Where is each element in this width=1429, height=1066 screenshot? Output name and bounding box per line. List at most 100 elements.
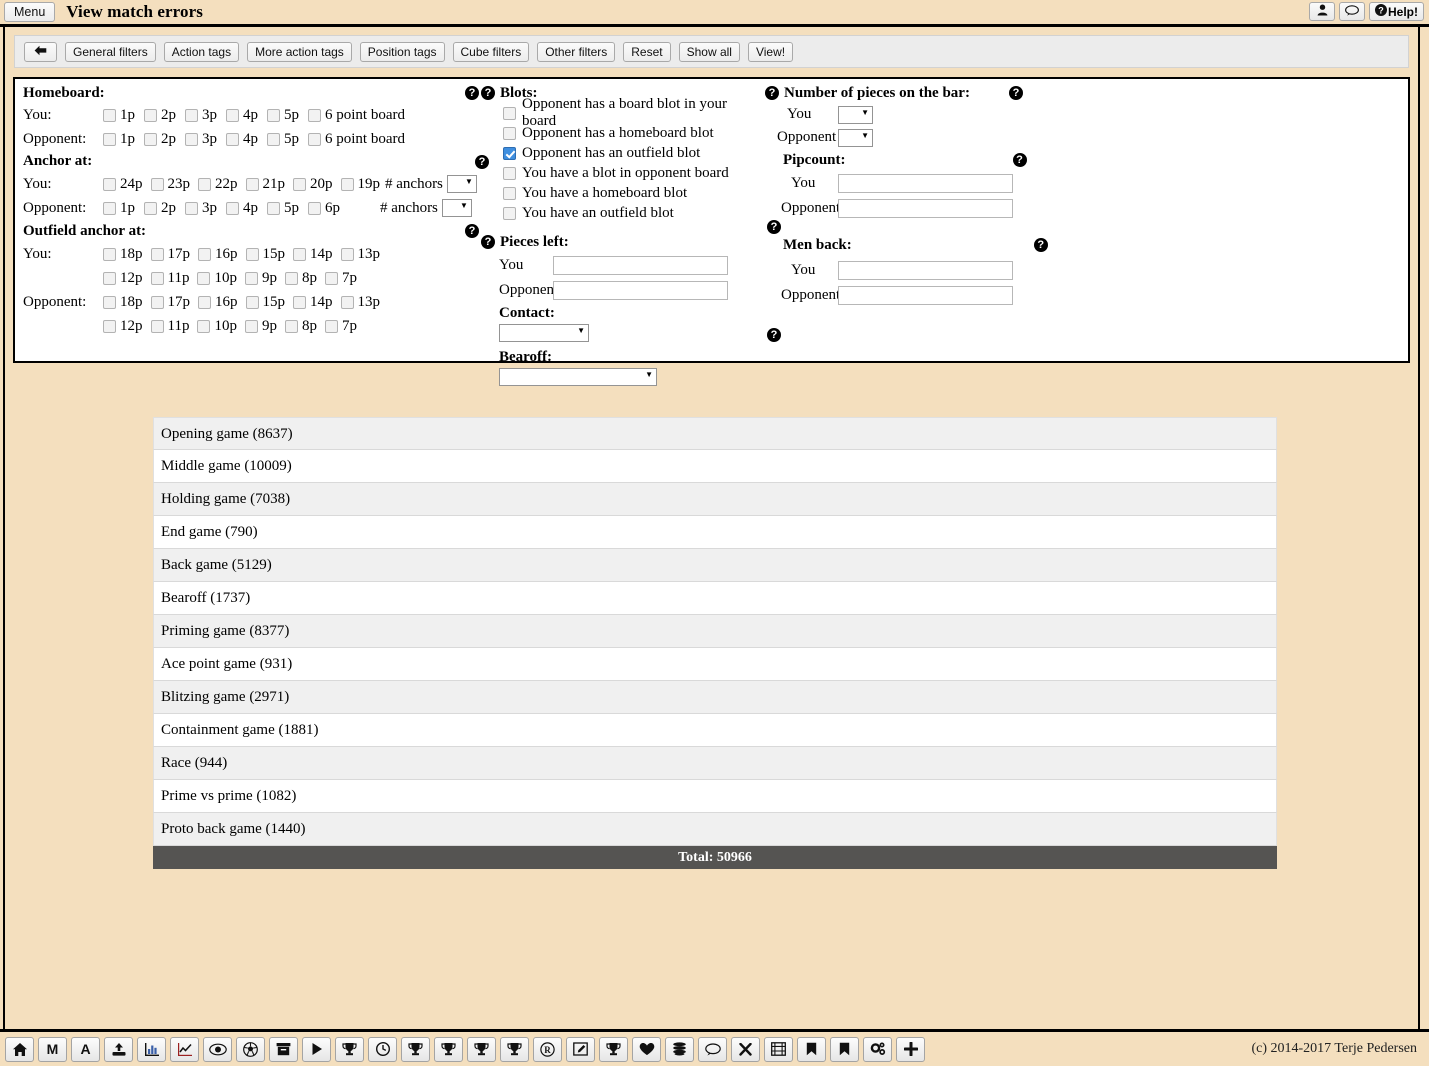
bookmark-button[interactable] — [797, 1036, 826, 1062]
anchor-opponent-1p-checkbox[interactable] — [103, 201, 116, 215]
outfield-you-16p-checkbox[interactable] — [198, 247, 211, 261]
blots-opponent-homeboard-blot-checkbox[interactable] — [503, 126, 516, 140]
film-button[interactable] — [764, 1036, 793, 1062]
list-item[interactable]: Proto back game (1440) — [153, 813, 1277, 846]
position-tags-button[interactable]: Position tags — [359, 41, 445, 62]
homeboard-you-3p-checkbox[interactable] — [185, 108, 198, 122]
anchor-opponent-5p-checkbox[interactable] — [267, 201, 280, 215]
anchor-you-count-select[interactable] — [446, 175, 477, 193]
list-item[interactable]: Race (944) — [153, 747, 1277, 780]
homeboard-opponent-3p-checkbox[interactable] — [185, 132, 198, 146]
soccer-ball-button[interactable] — [236, 1036, 265, 1062]
list-item[interactable]: Holding game (7038) — [153, 483, 1277, 516]
home-button[interactable] — [5, 1036, 34, 1062]
pipcount-opponent-input[interactable] — [838, 199, 1013, 218]
bar-chart-button[interactable] — [137, 1036, 166, 1062]
blots-you-outfield-blot-checkbox[interactable] — [503, 206, 516, 220]
help-icon[interactable]: ? — [465, 224, 479, 238]
blots-opponent-board-blot-checkbox[interactable] — [503, 106, 516, 120]
homeboard-you-6point-checkbox[interactable] — [308, 108, 321, 122]
help-icon[interactable]: ? — [481, 86, 495, 100]
anchor-you-19p-checkbox[interactable] — [340, 177, 354, 191]
view-button[interactable] — [203, 1036, 232, 1062]
menu-button[interactable]: Menu — [4, 2, 56, 22]
pieces-on-bar-you-select[interactable] — [838, 105, 873, 124]
anchor-you-24p-checkbox[interactable] — [103, 177, 116, 191]
trophy-button[interactable] — [434, 1036, 463, 1062]
trophy-button[interactable] — [599, 1036, 628, 1062]
help-icon[interactable]: ? — [765, 86, 779, 100]
pipcount-you-input[interactable] — [838, 174, 1013, 193]
pieces-left-opponent-input[interactable] — [553, 281, 728, 300]
list-item[interactable]: Priming game (8377) — [153, 615, 1277, 648]
close-button[interactable] — [731, 1036, 760, 1062]
list-item[interactable]: Ace point game (931) — [153, 648, 1277, 681]
bookmark-button[interactable] — [830, 1036, 859, 1062]
outfield-you-9p-checkbox[interactable] — [244, 271, 258, 285]
outfield-opponent-16p-checkbox[interactable] — [198, 295, 211, 309]
outfield-you-17p-checkbox[interactable] — [150, 247, 164, 261]
outfield-opponent-8p-checkbox[interactable] — [284, 319, 298, 333]
trophy-button[interactable] — [335, 1036, 364, 1062]
list-item[interactable]: Containment game (1881) — [153, 714, 1277, 747]
outfield-you-18p-checkbox[interactable] — [103, 247, 116, 261]
clock-button[interactable] — [368, 1036, 397, 1062]
list-item[interactable]: Back game (5129) — [153, 549, 1277, 582]
view-button[interactable]: View! — [747, 41, 794, 62]
homeboard-you-1p-checkbox[interactable] — [103, 108, 116, 122]
outfield-you-11p-checkbox[interactable] — [150, 271, 164, 285]
trophy-button[interactable] — [467, 1036, 496, 1062]
help-icon[interactable]: ? — [465, 86, 479, 100]
outfield-opponent-18p-checkbox[interactable] — [103, 295, 116, 309]
help-icon[interactable]: ? — [1008, 86, 1023, 100]
contact-select[interactable] — [499, 324, 589, 342]
upload-button[interactable] — [104, 1036, 133, 1062]
registered-button[interactable]: R — [533, 1036, 562, 1062]
more-action-tags-button[interactable]: More action tags — [247, 41, 352, 62]
anchor-opponent-count-select[interactable] — [441, 199, 472, 217]
homeboard-you-5p-checkbox[interactable] — [267, 108, 280, 122]
outfield-you-7p-checkbox[interactable] — [324, 271, 338, 285]
database-button[interactable] — [665, 1036, 694, 1062]
bearoff-select[interactable] — [499, 368, 657, 386]
blots-opponent-outfield-blot-checkbox[interactable] — [503, 146, 516, 160]
list-item[interactable]: Blitzing game (2971) — [153, 681, 1277, 714]
homeboard-opponent-2p-checkbox[interactable] — [144, 132, 157, 146]
help-icon[interactable]: ? — [767, 328, 781, 342]
list-item[interactable]: Prime vs prime (1082) — [153, 780, 1277, 813]
help-icon[interactable]: ? — [1033, 238, 1048, 252]
a-button[interactable]: A — [71, 1036, 100, 1062]
anchor-opponent-4p-checkbox[interactable] — [226, 201, 239, 215]
anchor-opponent-3p-checkbox[interactable] — [185, 201, 198, 215]
homeboard-opponent-1p-checkbox[interactable] — [103, 132, 116, 146]
trophy-button[interactable] — [401, 1036, 430, 1062]
play-button[interactable] — [302, 1036, 331, 1062]
outfield-you-12p-checkbox[interactable] — [103, 271, 116, 285]
edit-button[interactable] — [566, 1036, 595, 1062]
settings-button[interactable] — [863, 1036, 892, 1062]
anchor-you-20p-checkbox[interactable] — [293, 177, 306, 191]
homeboard-opponent-4p-checkbox[interactable] — [226, 132, 239, 146]
anchor-opponent-6p-checkbox[interactable] — [308, 201, 321, 215]
blots-you-opponent-board-blot-checkbox[interactable] — [503, 166, 516, 180]
outfield-opponent-14p-checkbox[interactable] — [293, 295, 306, 309]
line-chart-button[interactable] — [170, 1036, 199, 1062]
outfield-opponent-12p-checkbox[interactable] — [103, 319, 116, 333]
action-tags-button[interactable]: Action tags — [163, 41, 240, 62]
anchor-opponent-2p-checkbox[interactable] — [144, 201, 157, 215]
outfield-opponent-13p-checkbox[interactable] — [340, 295, 354, 309]
outfield-you-15p-checkbox[interactable] — [245, 247, 259, 261]
user-button[interactable] — [1309, 2, 1335, 21]
list-item[interactable]: Middle game (10009) — [153, 450, 1277, 483]
outfield-you-10p-checkbox[interactable] — [197, 271, 211, 285]
favorites-button[interactable] — [632, 1036, 661, 1062]
help-button[interactable]: ? Help! — [1369, 2, 1424, 21]
list-item[interactable]: Bearoff (1737) — [153, 582, 1277, 615]
m-button[interactable]: M — [38, 1036, 67, 1062]
list-item[interactable]: Opening game (8637) — [153, 417, 1277, 450]
archive-button[interactable] — [269, 1036, 298, 1062]
general-filters-button[interactable]: General filters — [65, 41, 156, 62]
help-icon[interactable]: ? — [1012, 153, 1027, 167]
reset-button[interactable]: Reset — [623, 41, 671, 62]
men-back-opponent-input[interactable] — [838, 286, 1013, 305]
